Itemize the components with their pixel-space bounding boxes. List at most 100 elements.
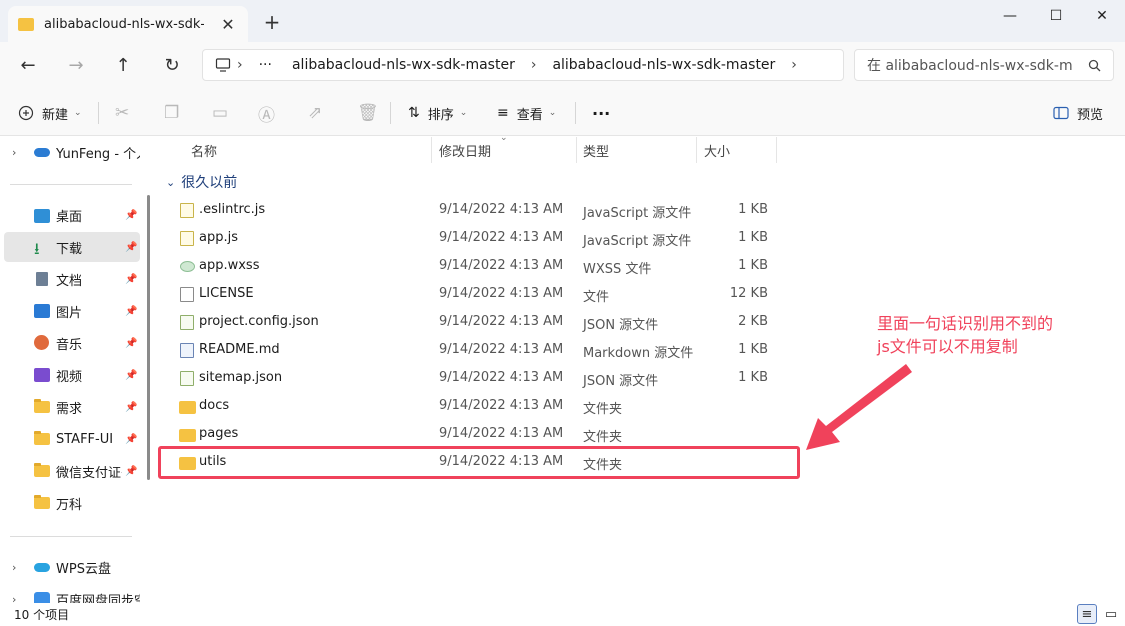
- back-button[interactable]: ←: [12, 50, 44, 80]
- details-view-button[interactable]: ≡: [1077, 604, 1097, 624]
- pin-icon: 📌: [125, 241, 138, 253]
- sidebar-item-staff-ui[interactable]: STAFF-UI 📌: [0, 424, 142, 454]
- title-bar: alibabacloud-nls-wx-sdk-master ✕ + — ☐ ✕: [0, 0, 1125, 42]
- copy-icon[interactable]: ❐: [164, 100, 179, 126]
- tab-close-icon[interactable]: ✕: [218, 15, 238, 34]
- column-header-name[interactable]: 名称: [191, 141, 217, 160]
- sidebar-item-requirements[interactable]: 需求 📌: [0, 392, 142, 422]
- file-row[interactable]: app.js 9/14/2022 4:13 AM JavaScript 源文件 …: [158, 224, 798, 252]
- file-date: 9/14/2022 4:13 AM: [439, 286, 564, 301]
- sidebar-item-label: 微信支付证书: [56, 465, 122, 481]
- folder-row[interactable]: docs 9/14/2022 4:13 AM 文件夹: [158, 392, 798, 420]
- chevron-right-icon: ›: [12, 592, 17, 604]
- file-date: 9/14/2022 4:13 AM: [439, 426, 564, 441]
- new-button[interactable]: 新建 ⌄: [18, 100, 82, 126]
- tiles-view-icon: ▭: [1104, 606, 1118, 622]
- sidebar-item-desktop[interactable]: 桌面 📌: [0, 200, 142, 230]
- file-row[interactable]: .eslintrc.js 9/14/2022 4:13 AM JavaScrip…: [158, 196, 798, 224]
- sidebar-item-vanke[interactable]: 万科: [0, 488, 142, 518]
- file-size: 1 KB: [738, 370, 768, 385]
- sidebar-item-baidu-sync[interactable]: › 百度网盘同步空间: [0, 584, 142, 603]
- chevron-right-icon: ›: [12, 145, 17, 159]
- column-divider[interactable]: [696, 137, 697, 163]
- file-name: LICENSE: [199, 286, 254, 301]
- group-header[interactable]: ⌄ 很久以前: [166, 172, 237, 192]
- tab-title: alibabacloud-nls-wx-sdk-master: [44, 16, 204, 32]
- column-divider[interactable]: [576, 137, 577, 163]
- sidebar-item-label: YunFeng - 个人: [56, 146, 140, 162]
- pin-icon: 📌: [125, 401, 138, 413]
- folder-icon: [18, 17, 34, 31]
- file-row[interactable]: sitemap.json 9/14/2022 4:13 AM JSON 源文件 …: [158, 364, 798, 392]
- tiles-view-button[interactable]: ▭: [1101, 604, 1121, 624]
- json-file-icon: [180, 371, 194, 386]
- close-window-button[interactable]: ✕: [1079, 0, 1125, 32]
- file-name: README.md: [199, 342, 280, 357]
- share-icon[interactable]: ⇗: [308, 100, 322, 126]
- file-row[interactable]: app.wxss 9/14/2022 4:13 AM WXSS 文件 1 KB: [158, 252, 798, 280]
- column-divider[interactable]: [431, 137, 432, 163]
- pin-icon: 📌: [125, 273, 138, 285]
- file-size: 2 KB: [738, 314, 768, 329]
- pin-icon: 📌: [125, 337, 138, 349]
- column-header-row: 名称 ⌄ 修改日期 类型 大小: [158, 133, 1125, 163]
- cut-icon[interactable]: ✂: [115, 100, 129, 126]
- file-type: WXSS 文件: [583, 262, 652, 277]
- file-size: 1 KB: [738, 342, 768, 357]
- refresh-button[interactable]: ↻: [156, 50, 188, 80]
- sidebar-item-music[interactable]: 音乐 📌: [0, 328, 142, 358]
- sidebar-item-wps-cloud[interactable]: › WPS云盘: [0, 552, 142, 582]
- file-type: Markdown 源文件: [583, 346, 694, 361]
- rename-icon[interactable]: Ⓐ: [258, 100, 275, 126]
- sidebar-item-wechat-cert[interactable]: 微信支付证书 📌: [0, 456, 142, 486]
- minimize-button[interactable]: —: [987, 0, 1033, 32]
- paste-icon[interactable]: ▭: [212, 100, 228, 126]
- tab-current[interactable]: alibabacloud-nls-wx-sdk-master ✕: [8, 6, 248, 42]
- more-options-button[interactable]: ···: [592, 100, 610, 126]
- breadcrumb-item[interactable]: alibabacloud-nls-wx-sdk-master: [292, 57, 515, 73]
- folder-row[interactable]: pages 9/14/2022 4:13 AM 文件夹: [158, 420, 798, 448]
- toolbar-divider: [390, 102, 391, 124]
- maximize-button[interactable]: ☐: [1033, 0, 1079, 32]
- sort-button[interactable]: ⇅ 排序 ⌄: [408, 100, 467, 126]
- breadcrumb-overflow[interactable]: ···: [259, 57, 272, 73]
- sidebar-item-onedrive[interactable]: › YunFeng - 个人: [0, 137, 142, 167]
- column-header-type[interactable]: 类型: [583, 141, 609, 160]
- column-header-date[interactable]: 修改日期: [439, 141, 491, 160]
- sidebar-item-downloads[interactable]: ⭳ 下载 📌: [4, 232, 140, 262]
- file-name: docs: [199, 398, 230, 413]
- file-row[interactable]: project.config.json 9/14/2022 4:13 AM JS…: [158, 308, 798, 336]
- file-date: 9/14/2022 4:13 AM: [439, 314, 564, 329]
- up-button[interactable]: ↑: [107, 50, 139, 80]
- breadcrumb-item[interactable]: alibabacloud-nls-wx-sdk-master: [552, 57, 775, 73]
- details-view-icon: ≡: [1081, 606, 1093, 622]
- group-label: 很久以前: [181, 175, 238, 191]
- sidebar-item-pictures[interactable]: 图片 📌: [0, 296, 142, 326]
- cloud-icon: [34, 563, 50, 572]
- command-bar: 新建 ⌄ ✂ ❐ ▭ Ⓐ ⇗ 🗑 ⇅ 排序 ⌄ ≡ 查看 ⌄ ··· 预览: [0, 88, 1125, 136]
- plus-circle-icon: [18, 105, 34, 121]
- file-type: 文件夹: [583, 402, 623, 417]
- preview-button[interactable]: 预览: [1053, 100, 1103, 126]
- new-tab-button[interactable]: +: [260, 10, 284, 34]
- column-header-size[interactable]: 大小: [704, 141, 730, 160]
- view-button[interactable]: ≡ 查看 ⌄: [497, 100, 556, 126]
- folder-icon: [34, 399, 50, 413]
- markdown-file-icon: [180, 343, 194, 358]
- sidebar-scrollbar[interactable]: [147, 195, 150, 480]
- file-row[interactable]: README.md 9/14/2022 4:13 AM Markdown 源文件…: [158, 336, 798, 364]
- forward-button[interactable]: →: [60, 50, 92, 80]
- chevron-down-icon: ⌄: [74, 108, 82, 118]
- search-input[interactable]: 在 alibabacloud-nls-wx-sdk-master 中搜索: [854, 49, 1114, 81]
- file-name: app.wxss: [199, 258, 260, 273]
- file-row[interactable]: LICENSE 9/14/2022 4:13 AM 文件 12 KB: [158, 280, 798, 308]
- folder-icon: [179, 429, 196, 442]
- computer-icon: [215, 58, 231, 72]
- sidebar-item-videos[interactable]: 视频 📌: [0, 360, 142, 390]
- sort-label: 排序: [427, 107, 454, 123]
- sidebar-divider: [10, 184, 132, 185]
- sidebar-item-documents[interactable]: 文档 📌: [0, 264, 142, 294]
- delete-icon[interactable]: 🗑: [357, 100, 379, 126]
- address-bar[interactable]: › ··· alibabacloud-nls-wx-sdk-master › a…: [202, 49, 844, 81]
- column-divider[interactable]: [776, 137, 777, 163]
